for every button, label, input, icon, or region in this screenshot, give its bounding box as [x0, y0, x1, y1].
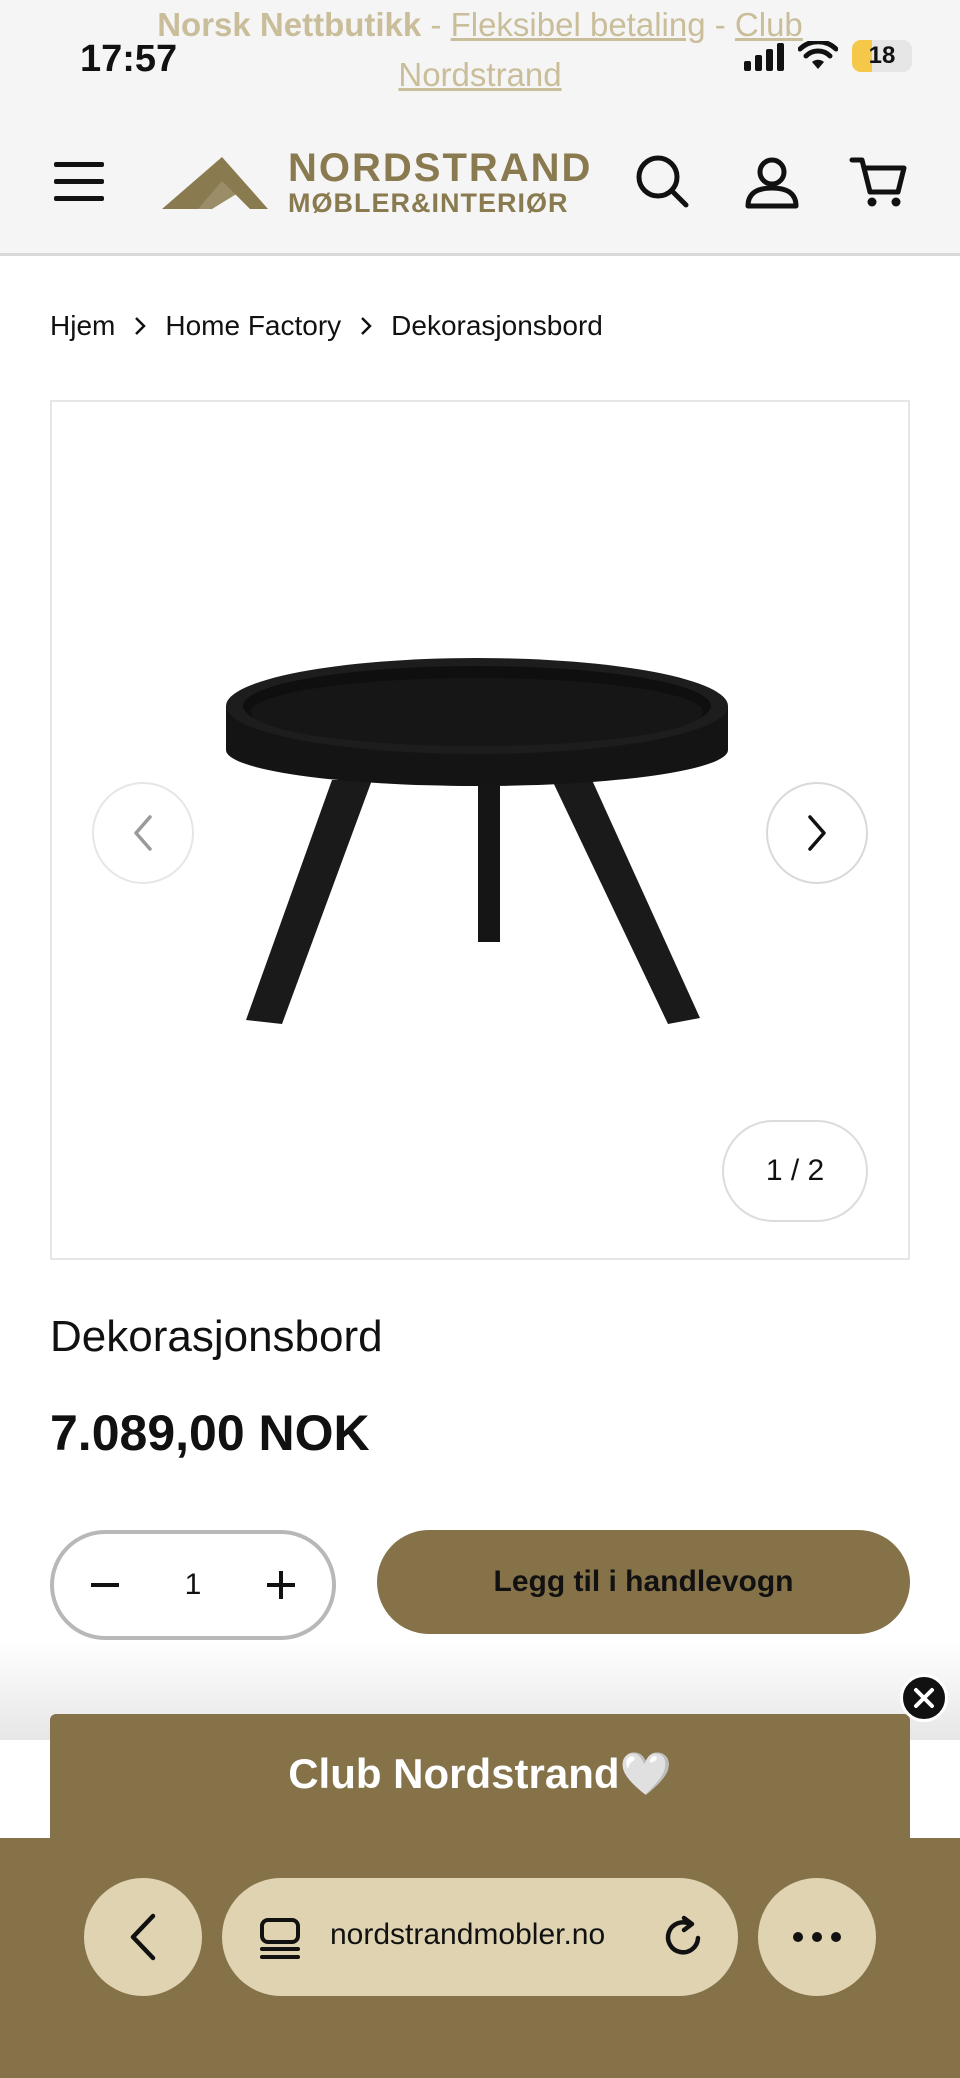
url-text: nordstrandmobler.no: [330, 1918, 606, 1951]
chevron-right-icon: [135, 317, 147, 335]
account-icon[interactable]: [742, 152, 802, 212]
decrease-quantity-button[interactable]: [84, 1564, 126, 1606]
club-nordstrand-banner[interactable]: Club Nordstrand🤍: [50, 1714, 910, 1844]
next-image-button[interactable]: [766, 782, 868, 884]
flexible-payment-link[interactable]: Fleksibel betaling: [451, 6, 706, 43]
more-dot: [831, 1932, 841, 1942]
club-banner-title: Club Nordstrand🤍: [288, 1750, 672, 1797]
signal-icon: [744, 41, 784, 71]
site-logo[interactable]: NORDSTRAND MØBLER&INTERIØR: [160, 148, 592, 217]
logo-line2: MØBLER&INTERIØR: [288, 188, 569, 218]
announcement-brand: Norsk Nettbutikk: [157, 6, 422, 43]
quantity-value[interactable]: 1: [185, 1568, 202, 1602]
search-icon[interactable]: [632, 152, 692, 212]
announcement-bar: Norsk Nettbutikk - Fleksibel betaling - …: [110, 0, 850, 100]
chevron-right-icon: [361, 317, 372, 335]
browser-toolbar: nordstrandmobler.no: [0, 1838, 960, 2078]
breadcrumb-home-factory[interactable]: Home Factory: [165, 310, 341, 342]
address-bar[interactable]: nordstrandmobler.no: [222, 1878, 738, 1996]
product-gallery: 1 / 2: [50, 400, 910, 1260]
previous-image-button[interactable]: [92, 782, 194, 884]
product-price: 7.089,00 NOK: [50, 1405, 370, 1461]
more-dot: [793, 1932, 803, 1942]
close-icon: [914, 1688, 934, 1708]
cart-icon[interactable]: [848, 152, 908, 212]
battery-icon: 18: [852, 40, 912, 72]
product-image[interactable]: [222, 632, 762, 1072]
browser-back-button[interactable]: [84, 1878, 202, 1996]
status-time: 17:57: [80, 38, 178, 80]
add-to-cart-button[interactable]: Legg til i handlevogn: [377, 1530, 910, 1634]
reload-icon[interactable]: [660, 1914, 706, 1960]
more-dot: [812, 1932, 822, 1942]
image-counter: 1 / 2: [722, 1120, 868, 1222]
tabs-icon: [260, 1918, 300, 1959]
product-title: Dekorasjonsbord: [50, 1312, 383, 1361]
breadcrumb-current: Dekorasjonsbord: [391, 310, 603, 341]
chevron-left-icon: [130, 1913, 156, 1961]
increase-quantity-button[interactable]: [260, 1564, 302, 1606]
logo-line1: NORDSTRAND: [288, 146, 593, 190]
wifi-icon: [798, 41, 838, 69]
plus-icon: [267, 1571, 295, 1599]
announcement-separator: -: [705, 6, 735, 43]
site-header: NORDSTRAND MØBLER&INTERIØR: [0, 130, 960, 235]
more-options-button[interactable]: [758, 1878, 876, 1996]
close-banner-button[interactable]: [900, 1674, 948, 1722]
chevron-left-icon: [134, 815, 152, 851]
breadcrumb-home[interactable]: Hjem: [50, 310, 115, 342]
battery-level: 18: [868, 42, 896, 69]
menu-icon[interactable]: [54, 162, 104, 202]
chevron-right-icon: [808, 815, 826, 851]
breadcrumb: Hjem Home Factory Dekorasjonsbord: [50, 310, 603, 342]
status-indicators: 18: [744, 40, 912, 72]
top-bar: Norsk Nettbutikk - Fleksibel betaling - …: [0, 0, 960, 256]
logo-mark-icon: [162, 156, 268, 209]
quantity-stepper: 1: [50, 1530, 336, 1640]
announcement-separator: -: [421, 6, 451, 43]
minus-icon: [91, 1583, 119, 1587]
